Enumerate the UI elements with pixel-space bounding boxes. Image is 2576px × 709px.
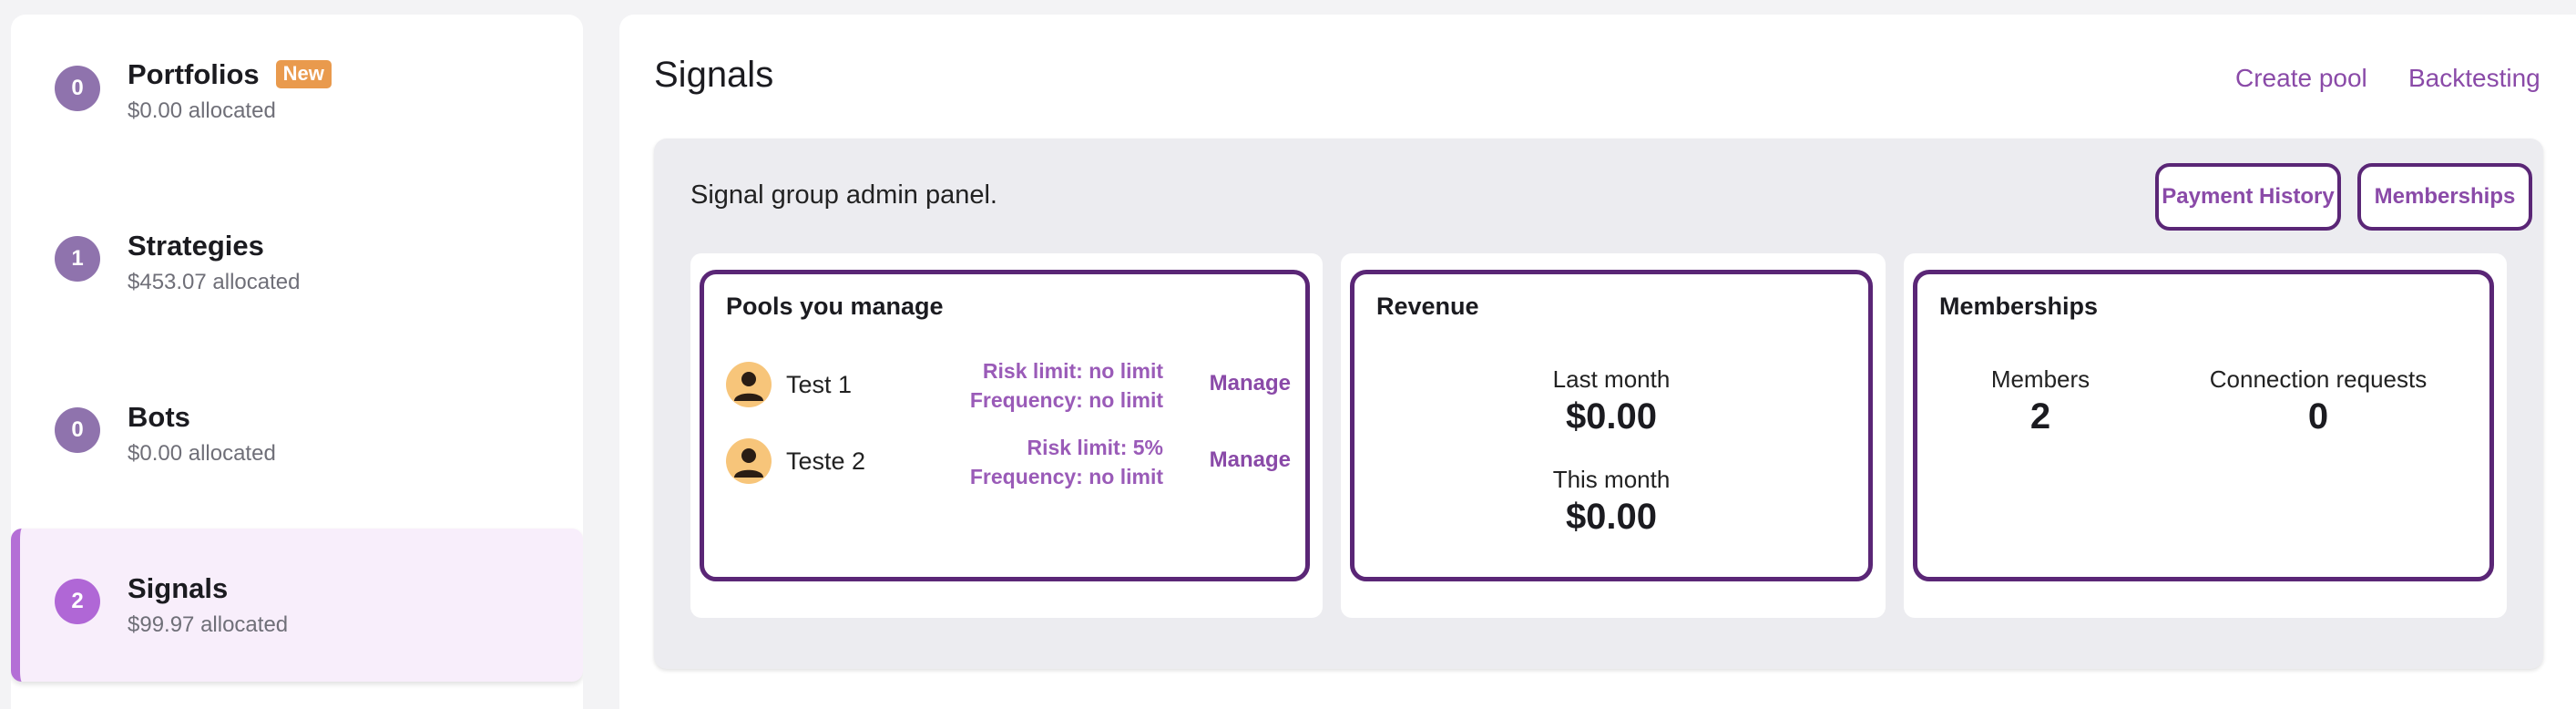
last-month-value: $0.00 xyxy=(1565,396,1658,437)
this-month-label: This month xyxy=(1552,466,1671,493)
sidebar-item-allocation: $0.00 allocated xyxy=(128,98,276,123)
pools-card-title: Pools you manage xyxy=(726,293,944,320)
pool-row: Teste 2 Risk limit: 5% Frequency: no lim… xyxy=(726,433,1291,497)
pool-name: Teste 2 xyxy=(786,447,866,475)
pool-frequency: Frequency: no limit xyxy=(969,465,1163,488)
sidebar-item-label: Signals xyxy=(128,572,229,604)
pools-card-frame: Pools you manage Test 1 Risk limit: no l… xyxy=(700,270,1310,581)
sidebar-item-allocation: $0.00 allocated xyxy=(128,441,276,466)
user-avatar-icon xyxy=(726,362,772,407)
this-month-value: $0.00 xyxy=(1565,497,1658,537)
members-label: Members xyxy=(1990,365,2090,393)
pools-card: Pools you manage Test 1 Risk limit: no l… xyxy=(690,253,1323,618)
create-pool-link[interactable]: Create pool xyxy=(2235,64,2367,93)
pool-row: Test 1 Risk limit: no limit Frequency: n… xyxy=(726,356,1291,420)
main-panel: Signals Create pool Backtesting Signal g… xyxy=(619,15,2576,709)
pool-limits: Risk limit: no limit Frequency: no limit xyxy=(970,356,1163,415)
revenue-card-frame: Revenue Last month $0.00 This month $0.0… xyxy=(1350,270,1873,581)
sidebar: 0 Portfolios New $0.00 allocated 1 Strate… xyxy=(11,15,583,709)
connection-requests-label: Connection requests xyxy=(2209,365,2428,393)
sidebar-item-label: Portfolios xyxy=(128,58,260,90)
pool-name: Test 1 xyxy=(786,371,853,398)
sidebar-item-allocation: $99.97 allocated xyxy=(128,612,289,637)
sidebar-item-label: Strategies xyxy=(128,230,264,262)
pool-frequency: Frequency: no limit xyxy=(969,388,1163,412)
admin-panel: Signal group admin panel. Payment Histor… xyxy=(654,139,2543,669)
sidebar-count-badge: 0 xyxy=(55,66,100,111)
memberships-card: Memberships Members 2 Connection request… xyxy=(1904,253,2507,618)
memberships-card-frame: Memberships Members 2 Connection request… xyxy=(1913,270,2494,581)
pool-limits: Risk limit: 5% Frequency: no limit xyxy=(970,433,1163,491)
sidebar-item-label: Bots xyxy=(128,401,190,433)
payment-history-button[interactable]: Payment History xyxy=(2155,163,2341,231)
new-badge: New xyxy=(275,60,332,88)
connection-requests-value: 0 xyxy=(2307,396,2329,437)
admin-panel-description: Signal group admin panel. xyxy=(690,180,997,210)
sidebar-count-badge: 0 xyxy=(55,407,100,453)
sidebar-count-badge: 1 xyxy=(55,236,100,282)
revenue-card: Revenue Last month $0.00 This month $0.0… xyxy=(1341,253,1886,618)
sidebar-count-badge: 2 xyxy=(55,579,100,624)
manage-pool-button[interactable]: Manage xyxy=(1210,447,1291,473)
sidebar-item-bots[interactable]: 0 Bots $0.00 allocated xyxy=(11,357,583,510)
pool-risk-limit: Risk limit: 5% xyxy=(1027,436,1163,459)
members-value: 2 xyxy=(2029,396,2051,437)
sidebar-item-strategies[interactable]: 1 Strategies $453.07 allocated xyxy=(11,186,583,339)
manage-pool-button[interactable]: Manage xyxy=(1210,371,1291,396)
sidebar-item-allocation: $453.07 allocated xyxy=(128,270,301,294)
revenue-card-title: Revenue xyxy=(1376,293,1479,320)
memberships-button[interactable]: Memberships xyxy=(2357,163,2532,231)
sidebar-item-portfolios[interactable]: 0 Portfolios New $0.00 allocated xyxy=(11,15,583,168)
sidebar-item-title: Portfolios New xyxy=(128,58,332,91)
memberships-card-title: Memberships xyxy=(1939,293,2099,320)
page-title: Signals xyxy=(654,55,774,95)
pool-risk-limit: Risk limit: no limit xyxy=(982,359,1163,383)
last-month-label: Last month xyxy=(1552,365,1671,393)
user-avatar-icon xyxy=(726,438,772,484)
sidebar-item-signals[interactable]: 2 Signals $99.97 allocated xyxy=(11,529,583,682)
backtesting-link[interactable]: Backtesting xyxy=(2408,64,2540,93)
